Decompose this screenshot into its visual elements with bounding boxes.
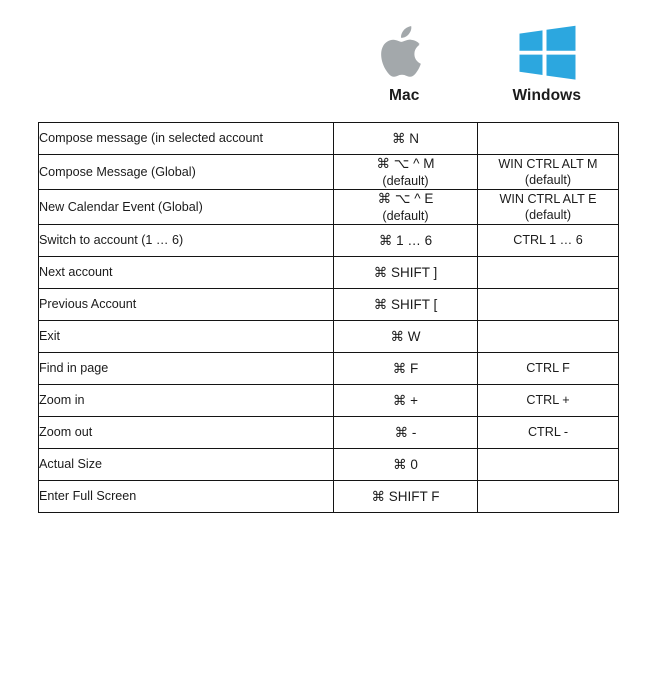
cell-mac-shortcut: ⌘ W xyxy=(333,320,478,353)
mac-shortcut-keys: ⌘ SHIFT F xyxy=(371,488,440,504)
platform-label-windows: Windows xyxy=(512,87,582,104)
cell-windows-shortcut xyxy=(477,288,619,321)
cell-action: Switch to account (1 … 6) xyxy=(38,224,334,257)
windows-shortcut-keys: WIN CTRL ALT M xyxy=(498,156,598,171)
cell-windows-shortcut: WIN CTRL ALT M (default) xyxy=(477,154,619,190)
cell-windows-shortcut xyxy=(477,320,619,353)
table-row: Compose Message (Global) ⌘ ⌥ ^ M (default)… xyxy=(38,154,619,190)
shortcut-reference-page: Mac Windows Compose message (in selected… xyxy=(0,0,668,680)
windows-shortcut-note: (default) xyxy=(524,208,572,222)
platform-header: Mac Windows xyxy=(333,22,618,118)
cell-mac-shortcut: ⌘ 1 … 6 xyxy=(333,224,478,257)
cell-action: Next account xyxy=(38,256,334,289)
cell-mac-shortcut: ⌘ SHIFT ] xyxy=(333,256,478,289)
table-row: Zoom in ⌘ + CTRL + xyxy=(38,384,619,417)
cell-action: New Calendar Event (Global) xyxy=(38,189,334,225)
table-row: Zoom out ⌘ - CTRL - xyxy=(38,416,619,449)
shortcut-table-body: Compose message (in selected account ⌘ NC… xyxy=(38,122,619,513)
mac-shortcut-keys: ⌘ ⌥ ^ E xyxy=(377,191,434,207)
table-row: Switch to account (1 … 6) ⌘ 1 … 6 CTRL 1 …… xyxy=(38,224,619,257)
table-row: Enter Full Screen ⌘ SHIFT F xyxy=(38,480,619,513)
table-row: Next account ⌘ SHIFT ] xyxy=(38,256,619,289)
table-row: New Calendar Event (Global) ⌘ ⌥ ^ E (defau… xyxy=(38,189,619,225)
mac-shortcut-keys: ⌘ - xyxy=(394,424,417,440)
table-row: Compose message (in selected account ⌘ N xyxy=(38,122,619,155)
table-row: Exit ⌘ W xyxy=(38,320,619,353)
mac-shortcut-keys: ⌘ ⌥ ^ M xyxy=(376,156,435,172)
cell-windows-shortcut: CTRL F xyxy=(477,352,619,385)
mac-shortcut-keys: ⌘ SHIFT ] xyxy=(373,264,438,280)
cell-windows-shortcut xyxy=(477,448,619,481)
cell-action: Enter Full Screen xyxy=(38,480,334,513)
mac-shortcut-keys: ⌘ SHIFT [ xyxy=(373,296,438,312)
mac-shortcut-keys: ⌘ N xyxy=(392,130,419,146)
table-row: Find in page ⌘ F CTRL F xyxy=(38,352,619,385)
mac-shortcut-keys: ⌘ 0 xyxy=(393,456,418,472)
cell-mac-shortcut: ⌘ N xyxy=(333,122,478,155)
platform-column-mac: Mac xyxy=(333,22,476,118)
platform-label-mac: Mac xyxy=(389,87,420,104)
mac-shortcut-keys: ⌘ F xyxy=(392,360,419,376)
cell-action: Compose Message (Global) xyxy=(38,154,334,190)
cell-windows-shortcut xyxy=(477,256,619,289)
mac-shortcut-keys: ⌘ W xyxy=(390,328,421,344)
mac-shortcut-keys: ⌘ + xyxy=(392,392,419,408)
cell-mac-shortcut: ⌘ SHIFT [ xyxy=(333,288,478,321)
mac-shortcut-keys: ⌘ 1 … 6 xyxy=(378,232,433,248)
cell-action: Zoom in xyxy=(38,384,334,417)
cell-action: Find in page xyxy=(38,352,334,385)
cell-action: Actual Size xyxy=(38,448,334,481)
cell-windows-shortcut: CTRL + xyxy=(477,384,619,417)
windows-shortcut-note: (default) xyxy=(524,173,572,187)
cell-mac-shortcut: ⌘ ⌥ ^ M (default) xyxy=(333,154,478,190)
cell-mac-shortcut: ⌘ + xyxy=(333,384,478,417)
windows-shortcut-keys: WIN CTRL ALT E xyxy=(499,191,597,206)
cell-action: Compose message (in selected account xyxy=(38,122,334,155)
platform-column-windows: Windows xyxy=(476,22,619,118)
keyboard-shortcut-table: Compose message (in selected account ⌘ NC… xyxy=(38,122,619,513)
cell-action: Previous Account xyxy=(38,288,334,321)
windows-shortcut-keys: CTRL - xyxy=(527,425,569,440)
cell-windows-shortcut: WIN CTRL ALT E (default) xyxy=(477,189,619,225)
mac-shortcut-note: (default) xyxy=(382,208,429,223)
cell-mac-shortcut: ⌘ SHIFT F xyxy=(333,480,478,513)
mac-shortcut-note: (default) xyxy=(382,173,429,188)
apple-logo-icon xyxy=(381,26,422,77)
cell-mac-shortcut: ⌘ ⌥ ^ E (default) xyxy=(333,189,478,225)
apple-logo-wrapper xyxy=(380,22,428,84)
cell-mac-shortcut: ⌘ F xyxy=(333,352,478,385)
windows-logo-wrapper xyxy=(516,22,578,84)
cell-mac-shortcut: ⌘ - xyxy=(333,416,478,449)
windows-shortcut-keys: CTRL F xyxy=(526,361,570,376)
windows-shortcut-keys: CTRL + xyxy=(526,393,570,408)
table-row: Actual Size ⌘ 0 xyxy=(38,448,619,481)
cell-windows-shortcut: CTRL - xyxy=(477,416,619,449)
windows-shortcut-keys: CTRL 1 … 6 xyxy=(513,233,583,248)
table-row: Previous Account ⌘ SHIFT [ xyxy=(38,288,619,321)
cell-windows-shortcut: CTRL 1 … 6 xyxy=(477,224,619,257)
windows-logo-icon xyxy=(519,25,576,80)
cell-action: Exit xyxy=(38,320,334,353)
cell-action: Zoom out xyxy=(38,416,334,449)
cell-windows-shortcut xyxy=(477,480,619,513)
cell-mac-shortcut: ⌘ 0 xyxy=(333,448,478,481)
cell-windows-shortcut xyxy=(477,122,619,155)
